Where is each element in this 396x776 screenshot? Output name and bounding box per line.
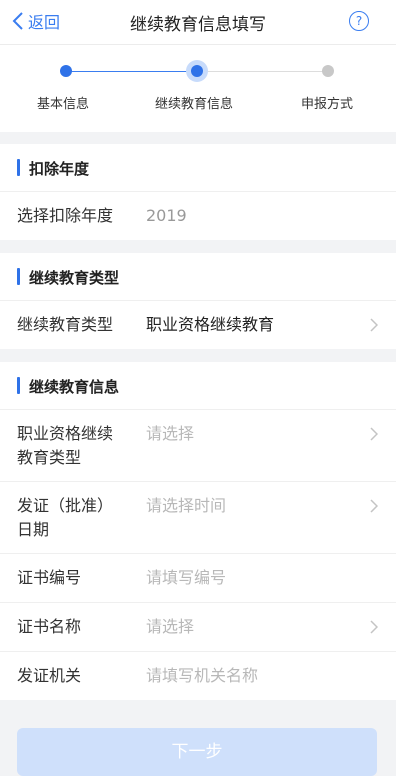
step-1-dot <box>60 65 72 77</box>
deduction-year-row[interactable]: 选择扣除年度 2019 <box>0 192 396 240</box>
row-label: 发证机关 <box>17 666 82 685</box>
progress-steps: 基本信息 继续教育信息 申报方式 <box>0 45 396 132</box>
chevron-right-icon <box>370 427 378 441</box>
education-info-section: 继续教育信息 职业资格继续 教育类型 请选择 发证（批准） 日期 请选择时间 证… <box>0 362 396 700</box>
step-2-label: 继续教育信息 <box>155 97 234 112</box>
step-connector-done <box>66 71 196 72</box>
section-title: 继续教育信息 <box>29 378 120 396</box>
certificate-name-select[interactable]: 请选择 <box>146 615 194 639</box>
deduction-year-section: 扣除年度 选择扣除年度 2019 <box>0 144 396 240</box>
certificate-number-row[interactable]: 证书编号 请填写编号 <box>0 554 396 603</box>
issuing-authority-row[interactable]: 发证机关 请填写机关名称 <box>0 652 396 700</box>
section-accent-bar <box>17 268 20 285</box>
qualification-type-select[interactable]: 请选择 <box>146 422 194 446</box>
qualification-type-row[interactable]: 职业资格继续 教育类型 请选择 <box>0 410 396 482</box>
certificate-name-row[interactable]: 证书名称 请选择 <box>0 603 396 652</box>
section-accent-bar <box>17 377 20 394</box>
nav-bar: 返回 继续教育信息填写 ? <box>0 0 396 45</box>
row-label: 继续教育类型 <box>17 315 114 334</box>
step-2-dot <box>186 60 208 82</box>
row-label: 证书名称 <box>17 617 82 636</box>
education-type-row[interactable]: 继续教育类型 职业资格继续教育 <box>0 301 396 349</box>
issue-date-row[interactable]: 发证（批准） 日期 请选择时间 <box>0 482 396 554</box>
row-label-line1: 职业资格继续 <box>17 424 114 443</box>
section-header: 继续教育信息 <box>0 362 396 410</box>
chevron-left-icon <box>12 12 23 30</box>
step-3-label: 申报方式 <box>301 97 354 112</box>
section-title: 继续教育类型 <box>29 269 120 287</box>
section-header: 继续教育类型 <box>0 253 396 301</box>
row-label: 证书编号 <box>17 568 82 587</box>
row-label: 选择扣除年度 <box>17 206 114 225</box>
section-title: 扣除年度 <box>29 160 90 178</box>
row-label-line1: 发证（批准） <box>17 496 114 515</box>
chevron-right-icon <box>370 620 378 634</box>
step-connector-pending <box>197 71 328 72</box>
issue-date-picker[interactable]: 请选择时间 <box>146 494 226 518</box>
deduction-year-value: 2019 <box>146 206 187 225</box>
row-label-line2: 日期 <box>17 520 50 539</box>
education-type-section: 继续教育类型 继续教育类型 职业资格继续教育 <box>0 253 396 349</box>
step-3-dot <box>322 65 334 77</box>
chevron-right-icon <box>370 499 378 513</box>
next-button[interactable]: 下一步 <box>17 728 377 776</box>
section-accent-bar <box>17 159 20 176</box>
education-type-value: 职业资格继续教育 <box>146 315 275 334</box>
row-label-line2: 教育类型 <box>17 448 82 467</box>
chevron-right-icon <box>370 318 378 332</box>
section-header: 扣除年度 <box>0 144 396 192</box>
help-icon[interactable]: ? <box>349 11 369 31</box>
back-button[interactable]: 返回 <box>12 10 60 32</box>
step-1-label: 基本信息 <box>37 97 90 112</box>
back-label: 返回 <box>28 13 61 32</box>
issuing-authority-input[interactable]: 请填写机关名称 <box>146 664 258 688</box>
certificate-number-input[interactable]: 请填写编号 <box>146 566 226 590</box>
